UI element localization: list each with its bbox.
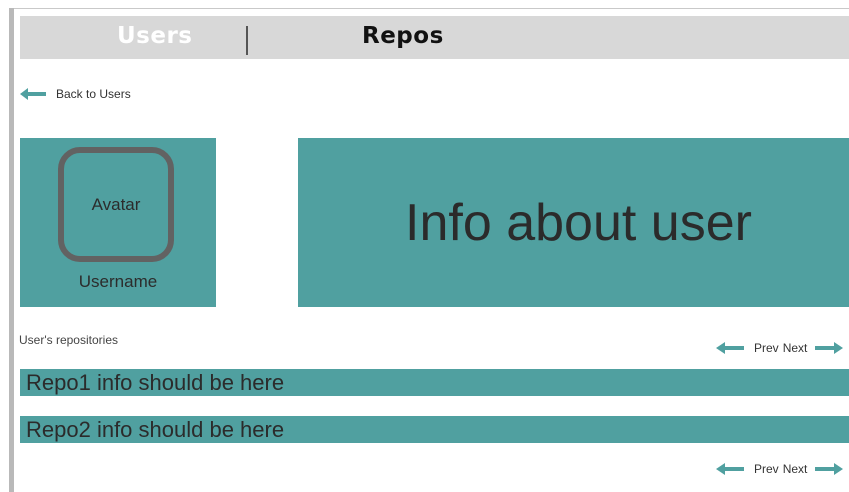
prev-button[interactable]: Prev <box>754 462 779 476</box>
next-arrow-icon[interactable] <box>815 341 844 355</box>
prev-arrow-icon[interactable] <box>716 462 744 476</box>
user-info-text: Info about user <box>405 193 752 252</box>
navbar: Users Repos <box>20 16 849 59</box>
left-border <box>9 8 14 492</box>
user-card: Avatar Username <box>20 138 216 307</box>
pager-bottom: Prev Next <box>716 460 844 478</box>
top-divider <box>14 8 849 9</box>
nav-tab-repos[interactable]: Repos <box>362 21 444 51</box>
pager-top: Prev Next <box>716 339 844 357</box>
nav-tab-users[interactable]: Users <box>117 21 193 51</box>
prev-arrow-icon[interactable] <box>716 341 744 355</box>
repo-list-item[interactable]: Repo1 info should be here <box>20 369 849 396</box>
back-to-users-link[interactable]: Back to Users <box>20 84 131 104</box>
avatar: Avatar <box>58 147 174 262</box>
repo-list-item[interactable]: Repo2 info should be here <box>20 416 849 443</box>
next-button[interactable]: Next <box>783 462 808 476</box>
next-button[interactable]: Next <box>783 341 808 355</box>
nav-separator <box>246 26 248 55</box>
repos-section-title: User's repositories <box>19 333 118 347</box>
username: Username <box>78 272 158 291</box>
prev-button[interactable]: Prev <box>754 341 779 355</box>
back-link-label: Back to Users <box>56 87 131 101</box>
arrow-left-icon <box>20 88 46 100</box>
avatar-label: Avatar <box>91 194 141 214</box>
next-arrow-icon[interactable] <box>815 462 844 476</box>
user-info-panel: Info about user <box>298 138 849 307</box>
